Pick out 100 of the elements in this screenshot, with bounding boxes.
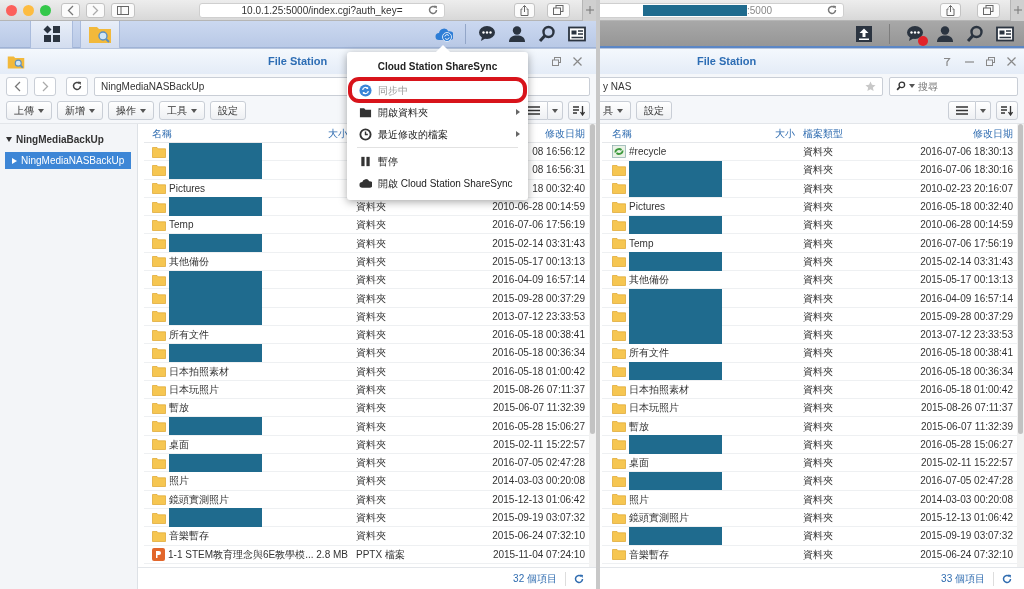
- toolbar-button[interactable]: 操作: [108, 101, 154, 120]
- file-name[interactable]: 日本拍照素材: [629, 382, 689, 397]
- file-name[interactable]: 日本拍照素材: [169, 363, 229, 379]
- path-field[interactable]: y NAS: [600, 76, 883, 96]
- menu-item[interactable]: 開啟資料夾: [347, 101, 528, 123]
- folder-icon: [612, 255, 626, 268]
- user-icon[interactable]: [936, 24, 954, 43]
- file-name[interactable]: Temp: [629, 235, 654, 251]
- column-header[interactable]: 檔案類型: [803, 127, 843, 139]
- file-name[interactable]: 鏡頭實測照片: [629, 510, 689, 526]
- restore-icon[interactable]: [986, 57, 995, 66]
- sort-button[interactable]: [568, 101, 590, 120]
- file-name[interactable]: 所有文件: [169, 327, 209, 343]
- file-type: 資料夾: [803, 548, 833, 560]
- tabs-button[interactable]: [977, 2, 1000, 18]
- modified-date: 2015-02-11 15:22:57: [920, 457, 1013, 469]
- modified-date: 2015-06-07 11:32:39: [492, 402, 585, 414]
- view-dropdown-button[interactable]: [976, 101, 991, 120]
- address-bar[interactable]: 10.0.1.25:5000/index.cgi?auth_key=: [199, 2, 445, 18]
- menu-item[interactable]: 開啟 Cloud Station ShareSync: [347, 172, 528, 194]
- menu-item-label: 暫停: [378, 154, 398, 169]
- file-name[interactable]: 日本玩照片: [629, 400, 679, 416]
- toolbar-button[interactable]: 設定: [210, 101, 246, 120]
- sort-icon: [573, 105, 585, 116]
- user-icon[interactable]: [508, 25, 526, 43]
- file-name[interactable]: #recycle: [629, 144, 667, 160]
- id-card-icon[interactable]: [568, 25, 586, 43]
- file-name[interactable]: 其他備份: [629, 272, 669, 288]
- file-name[interactable]: 桌面: [629, 455, 649, 471]
- tree-item[interactable]: NingMediaBackUp: [0, 130, 137, 149]
- file-name[interactable]: Temp: [169, 217, 194, 233]
- tabs-button[interactable]: [547, 2, 570, 18]
- column-header[interactable]: 修改日期: [973, 127, 1013, 139]
- file-name[interactable]: 暫放: [169, 400, 189, 416]
- search-bar[interactable]: 搜尋: [889, 76, 1018, 96]
- scrollbar-thumb[interactable]: [590, 124, 595, 435]
- window-title: File Station: [268, 54, 328, 70]
- refresh-icon[interactable]: [1002, 573, 1012, 584]
- toolbar-button[interactable]: 具: [600, 101, 631, 120]
- toolbar-button[interactable]: 上傳: [6, 101, 52, 120]
- toolbar-button[interactable]: 設定: [636, 101, 672, 120]
- folder-icon: [612, 456, 626, 469]
- upload-icon[interactable]: [855, 24, 873, 43]
- search-icon[interactable]: [966, 24, 984, 43]
- folder-icon: [152, 292, 166, 304]
- sidebar-button[interactable]: [111, 2, 135, 18]
- view-dropdown-button[interactable]: [548, 101, 563, 120]
- toolbar-button[interactable]: 工具: [159, 101, 205, 120]
- menu-item[interactable]: 最近修改的檔案: [347, 123, 528, 145]
- id-card-icon[interactable]: [996, 24, 1014, 43]
- chat-icon[interactable]: [478, 25, 496, 43]
- share-button[interactable]: [514, 2, 535, 18]
- help-icon[interactable]: [943, 56, 951, 67]
- folder-icon: [612, 511, 626, 524]
- column-header[interactable]: 名稱: [612, 127, 632, 139]
- column-header[interactable]: 大小: [775, 127, 795, 139]
- address-bar[interactable]: :5000: [600, 2, 844, 18]
- close-icon[interactable]: [573, 57, 582, 66]
- column-header[interactable]: 名稱: [152, 127, 172, 139]
- folder-icon: [612, 273, 626, 286]
- file-name[interactable]: Pictures: [169, 180, 206, 196]
- caret-icon[interactable]: [6, 137, 12, 142]
- file-type: 資料夾: [803, 146, 833, 158]
- close-icon[interactable]: [1007, 57, 1016, 66]
- refresh-icon: [72, 81, 82, 91]
- back-button[interactable]: [6, 76, 28, 96]
- scrollbar-thumb[interactable]: [1018, 124, 1023, 435]
- search-field[interactable]: 搜尋: [918, 78, 998, 94]
- chat-icon[interactable]: [906, 24, 924, 43]
- search-icon[interactable]: [538, 25, 556, 43]
- list-view-button[interactable]: [948, 101, 976, 120]
- refresh-button[interactable]: [66, 76, 88, 96]
- file-name[interactable]: 照片: [169, 473, 189, 489]
- star-icon[interactable]: [865, 80, 876, 92]
- menu-item[interactable]: 暫停: [347, 150, 528, 172]
- sort-button[interactable]: [996, 101, 1018, 120]
- file-name[interactable]: 日本玩照片: [169, 382, 219, 397]
- file-type: 資料夾: [803, 255, 833, 267]
- column-header[interactable]: 大小: [328, 127, 348, 139]
- restore-icon[interactable]: [552, 57, 561, 66]
- cloud-icon: [359, 176, 372, 190]
- refresh-icon[interactable]: [574, 573, 584, 584]
- toolbar-button[interactable]: 新增: [57, 101, 103, 120]
- file-name[interactable]: Pictures: [629, 199, 666, 215]
- file-name[interactable]: 1-1 STEM教育理念與6E教學模...: [168, 546, 314, 562]
- column-header[interactable]: 修改日期: [545, 127, 585, 139]
- folder-search-icon: [88, 24, 112, 44]
- file-name[interactable]: 桌面: [169, 436, 189, 452]
- back-button[interactable]: [61, 2, 80, 18]
- file-name[interactable]: 其他備份: [169, 253, 209, 269]
- file-name[interactable]: 鏡頭實測照片: [169, 491, 229, 507]
- file-name[interactable]: 音樂暫存: [629, 546, 669, 562]
- file-size: 2.8 MB: [316, 548, 348, 560]
- main-menu-button[interactable]: [30, 20, 73, 48]
- file-name[interactable]: 音樂暫存: [169, 528, 209, 544]
- tree-item[interactable]: NingMediaNASBackUp: [5, 152, 131, 169]
- file-name[interactable]: 暫放: [629, 418, 649, 434]
- share-button[interactable]: [940, 2, 961, 18]
- file-name[interactable]: 照片: [629, 491, 649, 507]
- file-name[interactable]: 所有文件: [629, 345, 669, 361]
